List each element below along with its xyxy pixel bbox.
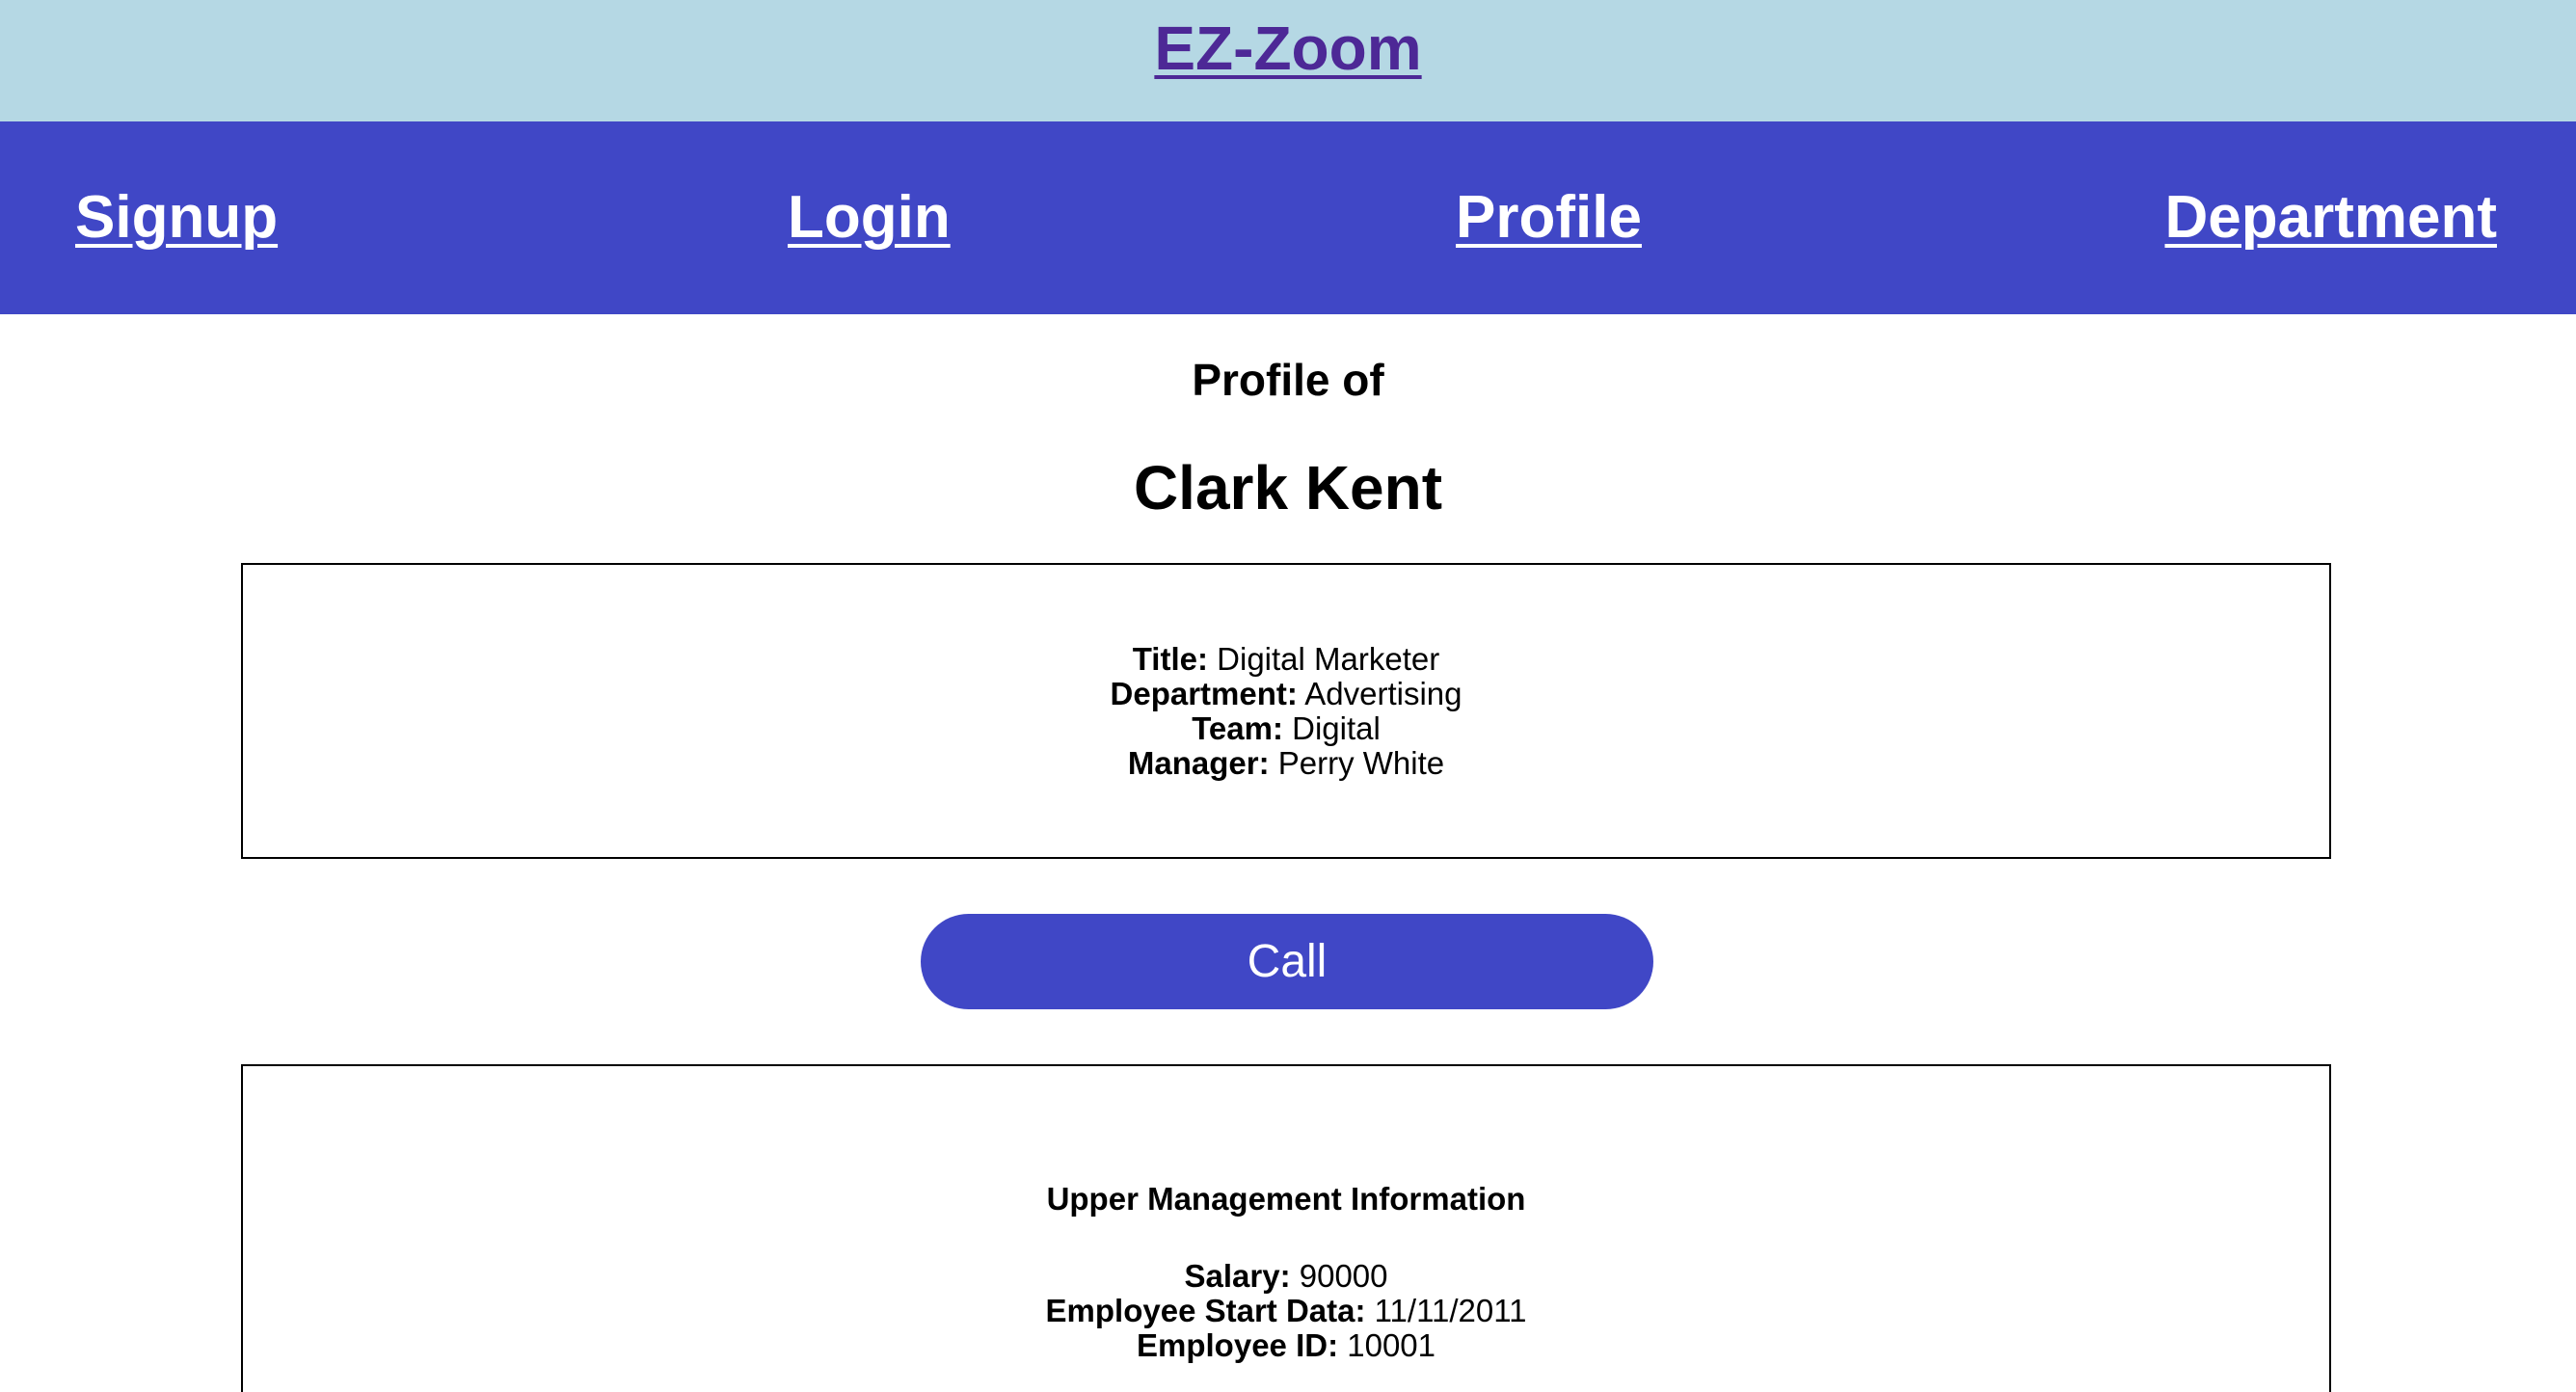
top-banner: EZ-Zoom [0, 0, 2576, 121]
start-date-row: Employee Start Data: 11/11/2011 [243, 1294, 2329, 1328]
department-row: Department: Advertising [243, 677, 2329, 711]
nav-login-link[interactable]: Login [788, 183, 951, 253]
profile-details-box: Title: Digital Marketer Department: Adve… [241, 563, 2331, 859]
nav-bar: Signup Login Profile Department [0, 121, 2576, 314]
employee-id-label: Employee ID: [1137, 1327, 1339, 1363]
profile-name: Clark Kent [1133, 453, 1443, 522]
management-info-box: Upper Management Information Salary: 900… [241, 1064, 2331, 1392]
department-label: Department: [1110, 676, 1298, 711]
employee-id-row: Employee ID: 10001 [243, 1328, 2329, 1363]
nav-signup-link[interactable]: Signup [75, 183, 278, 253]
nav-profile-link[interactable]: Profile [1456, 183, 1642, 253]
manager-row: Manager: Perry White [243, 746, 2329, 781]
management-heading: Upper Management Information [1046, 1181, 1526, 1217]
employee-id-value: 10001 [1347, 1327, 1436, 1363]
team-label: Team: [1192, 710, 1283, 746]
nav-department-link[interactable]: Department [2164, 183, 2497, 253]
start-date-value: 11/11/2011 [1374, 1293, 1527, 1328]
team-row: Team: Digital [243, 711, 2329, 746]
management-details: Salary: 90000 Employee Start Data: 11/11… [243, 1259, 2329, 1363]
manager-value: Perry White [1277, 745, 1445, 781]
brand-link[interactable]: EZ-Zoom [1154, 12, 1421, 85]
start-date-label: Employee Start Data: [1045, 1293, 1366, 1328]
call-button[interactable]: Call [921, 914, 1653, 1009]
team-value: Digital [1292, 710, 1381, 746]
profile-details: Title: Digital Marketer Department: Adve… [243, 642, 2329, 781]
title-value: Digital Marketer [1217, 641, 1440, 677]
salary-label: Salary: [1184, 1258, 1291, 1294]
title-row: Title: Digital Marketer [243, 642, 2329, 677]
department-value: Advertising [1304, 676, 1462, 711]
profile-heading: Profile of [1192, 355, 1384, 405]
title-label: Title: [1132, 641, 1208, 677]
salary-row: Salary: 90000 [243, 1259, 2329, 1294]
salary-value: 90000 [1299, 1258, 1388, 1294]
manager-label: Manager: [1127, 745, 1270, 781]
